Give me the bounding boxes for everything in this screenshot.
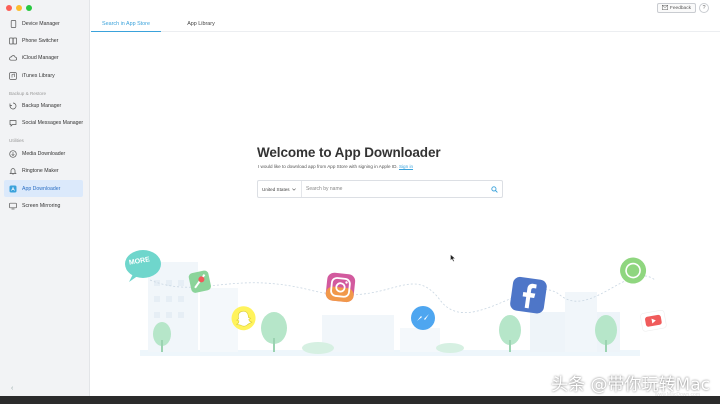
mail-icon <box>661 4 668 12</box>
sidebar-item-label: Screen Mirroring <box>22 202 61 209</box>
cloud-icon <box>9 54 17 62</box>
tab-search-in-app-store[interactable]: Search in App Store <box>91 16 161 32</box>
sidebar: Device Manager Phone Switcher iCloud Man… <box>0 0 90 396</box>
mouse-cursor-icon <box>450 249 456 267</box>
sidebar-item-social-messages-manager[interactable]: Social Messages Manager <box>0 115 90 132</box>
sidebar-item-screen-mirroring[interactable]: Screen Mirroring <box>0 197 90 214</box>
mirror-icon <box>9 202 17 210</box>
download-icon <box>9 150 17 158</box>
sidebar-item-label: Ringtone Maker <box>22 168 59 175</box>
tab-bar: Search in App Store App Library <box>91 16 720 32</box>
sidebar-item-phone-switcher[interactable]: Phone Switcher <box>0 32 90 49</box>
bell-icon <box>9 167 17 175</box>
sidebar-item-label: App Downloader <box>22 185 61 192</box>
top-toolbar: Feedback ? <box>91 0 720 16</box>
search-icon <box>490 180 498 198</box>
phone-switch-icon <box>9 37 17 45</box>
sidebar-item-label: Device Manager <box>22 20 60 27</box>
window-controls <box>6 5 32 11</box>
app-search-bar: United States <box>257 180 503 198</box>
sidebar-item-label: Backup Manager <box>22 103 62 110</box>
sidebar-item-backup-manager[interactable]: Backup Manager <box>0 98 90 115</box>
country-select[interactable]: United States <box>258 181 302 197</box>
close-window-button[interactable] <box>6 5 12 11</box>
watermark-url: www.MacDown.com <box>654 392 700 398</box>
feedback-label: Feedback <box>669 5 691 11</box>
section-utilities: Utilities <box>9 138 24 144</box>
page-subtitle: I would like to download app from App St… <box>258 164 413 169</box>
chevron-down-icon <box>291 187 296 192</box>
backup-icon <box>9 102 17 110</box>
country-select-value: United States <box>262 186 290 192</box>
search-button[interactable] <box>486 181 502 197</box>
search-input[interactable] <box>302 182 486 196</box>
sidebar-item-icloud-manager[interactable]: iCloud Manager <box>0 50 90 67</box>
help-button[interactable]: ? <box>699 3 709 13</box>
sidebar-item-ringtone-maker[interactable]: Ringtone Maker <box>0 163 90 180</box>
sidebar-item-itunes-library[interactable]: iTunes Library <box>0 67 90 84</box>
sidebar-item-label: Social Messages Manager <box>22 120 84 127</box>
device-icon <box>9 19 17 28</box>
collapse-sidebar-icon[interactable]: ‹ <box>11 385 13 392</box>
maximize-window-button[interactable] <box>26 5 32 11</box>
sidebar-item-app-downloader[interactable]: App Downloader <box>4 180 83 198</box>
app-window: Device Manager Phone Switcher iCloud Man… <box>0 0 720 396</box>
sidebar-item-media-downloader[interactable]: Media Downloader <box>0 145 90 162</box>
apps-illustration: MORE <box>110 240 670 356</box>
chat-icon <box>9 119 17 128</box>
sidebar-item-label: Media Downloader <box>22 150 66 157</box>
sidebar-item-label: iCloud Manager <box>22 55 59 62</box>
sidebar-nav: Device Manager Phone Switcher iCloud Man… <box>0 15 90 215</box>
feedback-button[interactable]: Feedback <box>656 3 696 13</box>
sidebar-item-label: iTunes Library <box>22 72 55 79</box>
sign-in-link[interactable]: Sign in <box>399 164 413 169</box>
sidebar-item-device-manager[interactable]: Device Manager <box>0 15 90 32</box>
app-store-icon <box>9 185 17 193</box>
music-library-icon <box>9 71 17 80</box>
section-backup-restore: Backup & Restore <box>9 90 47 96</box>
tab-app-library[interactable]: App Library <box>175 16 227 32</box>
page-title: Welcome to App Downloader <box>257 145 441 160</box>
subtitle-text: I would like to download app from App St… <box>258 164 398 169</box>
minimize-window-button[interactable] <box>16 5 22 11</box>
sidebar-item-label: Phone Switcher <box>22 37 59 44</box>
